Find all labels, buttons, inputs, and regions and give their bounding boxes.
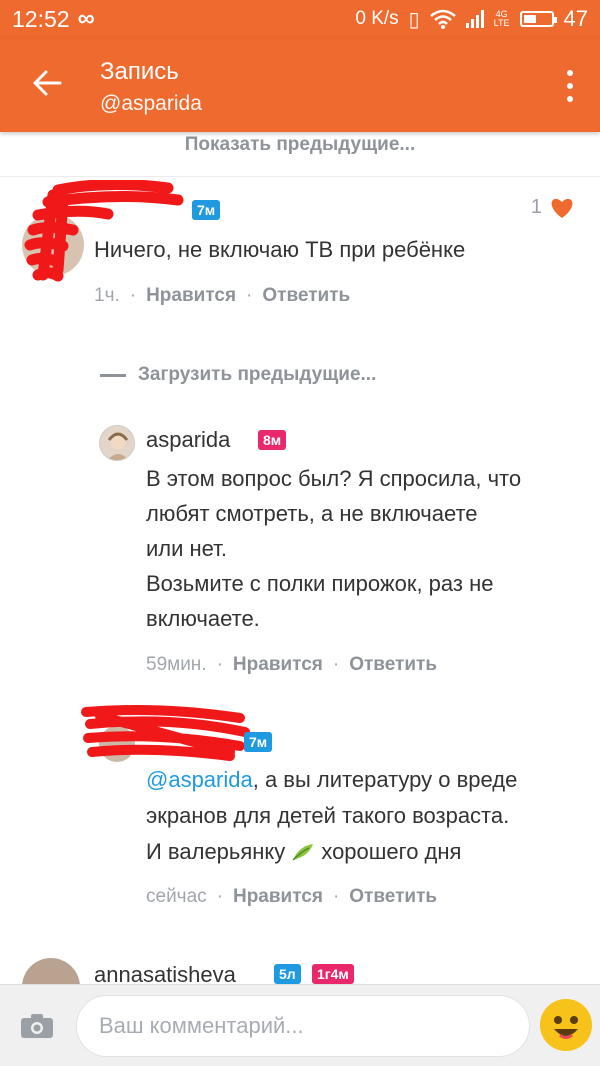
comment-text-fragment: хорошего дня	[321, 839, 462, 864]
like-button[interactable]: Нравится	[233, 886, 323, 908]
comment-text-line: любят смотреть, а не включаете	[146, 501, 478, 526]
level-badge: 5л	[274, 964, 301, 984]
level-badge: 1г4м	[312, 964, 354, 984]
battery-icon	[519, 11, 557, 27]
level-badge: 8м	[258, 430, 287, 450]
redaction-scribble	[81, 705, 250, 761]
signal-icon	[465, 10, 484, 28]
network-type: 4G LTE	[493, 9, 510, 28]
page-subtitle[interactable]: @asparida	[100, 92, 202, 116]
divider	[0, 176, 600, 177]
network-speed: 0 K/s	[355, 8, 399, 29]
status-time: 12:52	[12, 5, 70, 32]
comment-meta: 1ч. · Нравится · Ответить	[94, 285, 351, 307]
comment-time: 1ч.	[94, 285, 120, 306]
load-previous-label: Загрузить предыдущие...	[138, 364, 377, 385]
comment-text: Ничего, не включаю ТВ при ребёнке	[94, 237, 466, 262]
comment-text-line: экранов для детей такого возраста.	[146, 803, 510, 828]
like-button[interactable]: Нравится	[233, 654, 323, 676]
battery-level: 47	[563, 6, 588, 31]
level-badge: 7м	[244, 732, 273, 752]
more-menu-icon[interactable]	[566, 70, 574, 102]
comment-input-bar: Ваш комментарий...	[0, 984, 600, 1066]
status-right: 0 K/s ▯ 4G LTE 47	[355, 6, 588, 32]
show-previous-link[interactable]: Показать предыдущие...	[0, 134, 600, 156]
comment-time: сейчас	[146, 886, 207, 907]
herb-emoji-icon	[292, 844, 314, 861]
screen: 12:52 ∞ 0 K/s ▯ 4G LTE 47 Запись @asparid…	[0, 0, 600, 1066]
comment-text-line: @asparida, а вы литературу о вреде	[146, 763, 517, 797]
mention-link[interactable]: @asparida	[146, 767, 253, 792]
vibrate-icon: ▯	[408, 8, 420, 31]
avatar-image	[107, 432, 129, 460]
comment-text-fragment: И валерьянку	[146, 839, 286, 864]
comment-text-line: В этом вопрос был? Я спросила, что	[146, 466, 522, 491]
heart-icon	[551, 198, 573, 218]
comment-author[interactable]: asparida	[146, 427, 230, 453]
comment-text-line: И валерьянку хорошего дня	[146, 835, 461, 869]
likes-count: 1	[530, 196, 542, 218]
load-previous-link[interactable]: Загрузить предыдущие...	[100, 364, 376, 386]
emoji-smile-icon[interactable]	[540, 999, 592, 1051]
page-title: Запись	[100, 58, 179, 85]
comment-text-line: включаете.	[146, 606, 260, 631]
app-bar: Запись @asparida	[0, 38, 600, 132]
camera-icon[interactable]	[20, 1013, 54, 1039]
like-button[interactable]: Нравится	[146, 285, 236, 307]
comment-input[interactable]: Ваш комментарий...	[76, 995, 530, 1057]
back-arrow-icon[interactable]	[30, 66, 64, 100]
comment-meta: 59мин. · Нравится · Ответить	[146, 654, 438, 676]
comment-text-line: или нет.	[146, 536, 227, 561]
battery-fill	[523, 15, 536, 23]
comment-text-fragment: , а вы литературу о вреде	[252, 767, 518, 792]
collapse-line-icon	[100, 373, 126, 377]
reply-button[interactable]: Ответить	[349, 654, 437, 676]
comment-meta: сейчас · Нравится · Ответить	[146, 886, 438, 908]
reply-button[interactable]: Ответить	[349, 886, 437, 908]
comment-text-line: Возьмите с полки пирожок, раз не	[146, 571, 494, 596]
comment-time: 59мин.	[146, 654, 207, 675]
wifi-icon	[429, 9, 456, 29]
likes-counter[interactable]: 1	[531, 196, 574, 219]
reply-button[interactable]: Ответить	[262, 285, 350, 307]
level-badge: 7м	[192, 200, 221, 220]
avatar[interactable]	[99, 425, 135, 461]
status-bar: 12:52 ∞ 0 K/s ▯ 4G LTE 47	[0, 0, 600, 38]
infinity-icon: ∞	[77, 5, 95, 32]
